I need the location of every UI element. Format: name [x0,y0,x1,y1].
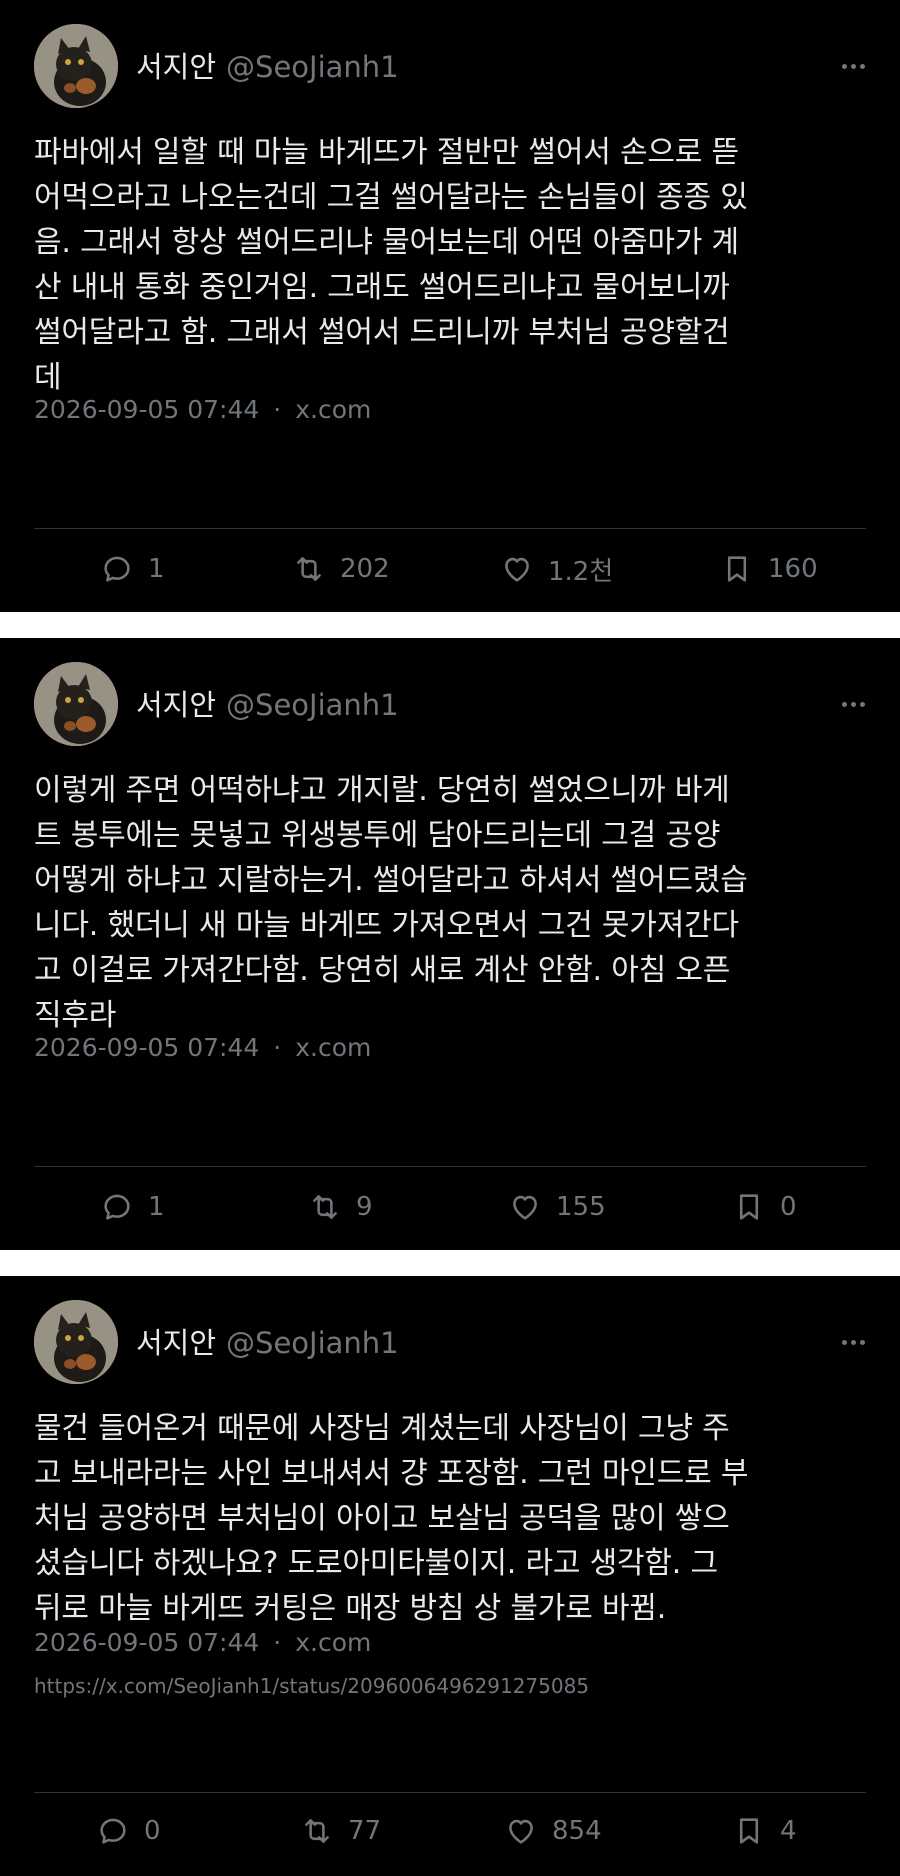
author-line: 서지안 @SeoJianh1 [136,50,399,84]
reply-count: 1 [148,554,165,584]
handle[interactable]: @SeoJianh1 [226,50,399,84]
tweet-header: 서지안 @SeoJianh1 [34,24,866,108]
tweet-card[interactable]: 서지안 @SeoJianh1 이렇게 주면 어떡하냐고 개지랄. 당연히 썰었으니… [0,638,900,1250]
heart-icon [505,557,529,582]
retweet-icon [297,557,321,581]
reply-button[interactable]: 1 [100,1187,165,1227]
avatar[interactable] [34,662,118,746]
avatar[interactable] [34,24,118,108]
reply-icon [100,1818,126,1844]
source-link[interactable]: x.com [295,395,371,424]
tweet-meta: 2026-09-05 07:44 · x.com [34,1628,371,1657]
heart-icon [509,1819,533,1844]
bookmark-button[interactable]: 160 [720,549,818,589]
display-name[interactable]: 서지안 [136,50,216,84]
more-icon[interactable] [842,54,866,78]
retweet-button[interactable]: 77 [300,1811,381,1851]
bookmark-icon [739,1818,759,1844]
bookmark-button[interactable]: 0 [732,1187,797,1227]
tweet-header: 서지안 @SeoJianh1 [34,1300,866,1384]
separator-dot: · [273,1628,282,1657]
retweet-count: 77 [348,1816,382,1846]
author-line: 서지안 @SeoJianh1 [136,688,399,722]
tweet-text: 파바에서 일할 때 마늘 바게뜨가 절반만 썰어서 손으로 뜯 어먹으라고 나오… [34,135,748,395]
reply-count: 0 [144,1816,161,1846]
avatar[interactable] [34,1300,118,1384]
divider [34,528,866,529]
timestamp[interactable]: 2026-09-05 07:44 [34,395,259,424]
source-link[interactable]: x.com [295,1033,371,1062]
timestamp[interactable]: 2026-09-05 07:44 [34,1033,259,1062]
reply-icon [104,1194,130,1220]
bookmark-count: 160 [768,554,818,584]
divider [34,1792,866,1793]
more-icon[interactable] [842,1330,866,1354]
author-line: 서지안 @SeoJianh1 [136,1326,399,1360]
separator-dot: · [273,395,282,424]
tweet-card[interactable]: 서지안 @SeoJianh1 물건 들어온거 때문에 사장님 계셨는데 사장님이 … [0,1276,900,1876]
source-link[interactable]: x.com [295,1628,371,1657]
tweet-meta: 2026-09-05 07:44 · x.com [34,395,371,424]
separator-dot: · [273,1033,282,1062]
like-button[interactable]: 155 [508,1187,606,1227]
like-button[interactable]: 854 [504,1811,602,1851]
retweet-button[interactable]: 9 [308,1187,373,1227]
reply-count: 1 [148,1192,165,1222]
retweet-button[interactable]: 202 [292,549,390,589]
retweet-icon [313,1195,337,1219]
like-count: 854 [552,1816,602,1846]
bookmark-button[interactable]: 4 [732,1811,797,1851]
reply-button[interactable]: 1 [100,549,165,589]
bookmark-count: 4 [780,1816,797,1846]
display-name[interactable]: 서지안 [136,1326,216,1360]
bookmark-count: 0 [780,1192,797,1222]
handle[interactable]: @SeoJianh1 [226,1326,399,1360]
retweet-icon [305,1819,329,1843]
like-count: 1.2천 [548,556,614,587]
tweet-header: 서지안 @SeoJianh1 [34,662,866,746]
reply-icon [104,556,130,582]
tweet-text: 이렇게 주면 어떡하냐고 개지랄. 당연히 썰었으니까 바게 트 봉투에는 못넣… [34,773,748,1033]
bookmark-icon [739,1194,759,1220]
divider [34,1166,866,1167]
like-count: 155 [556,1192,606,1222]
like-button[interactable]: 1.2천 [500,549,613,589]
display-name[interactable]: 서지안 [136,688,216,722]
timestamp[interactable]: 2026-09-05 07:44 [34,1628,259,1657]
status-url[interactable]: https://x.com/SeoJianh1/status/209600649… [34,1674,589,1698]
tweet-meta: 2026-09-05 07:44 · x.com [34,1033,371,1062]
more-icon[interactable] [842,692,866,716]
retweet-count: 9 [356,1192,373,1222]
bookmark-icon [727,556,747,582]
tweet-card[interactable]: 서지안 @SeoJianh1 파바에서 일할 때 마늘 바게뜨가 절반만 썰어서 … [0,0,900,612]
retweet-count: 202 [340,554,390,584]
handle[interactable]: @SeoJianh1 [226,688,399,722]
heart-icon [513,1195,537,1220]
tweet-text: 물건 들어온거 때문에 사장님 계셨는데 사장님이 그냥 주 고 보내라라는 사… [34,1411,749,1626]
reply-button[interactable]: 0 [96,1811,161,1851]
